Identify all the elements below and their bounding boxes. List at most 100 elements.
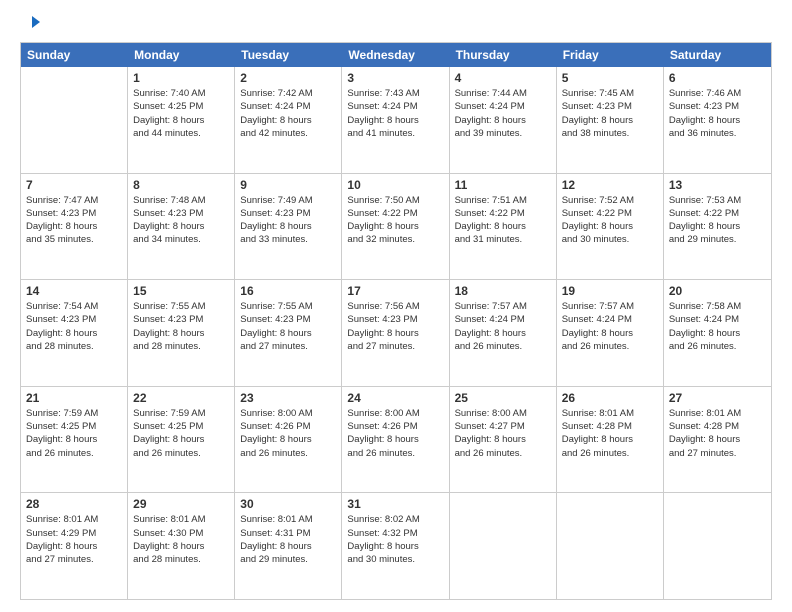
calendar-cell: 18 Sunrise: 7:57 AMSunset: 4:24 PMDayligh…	[450, 280, 557, 386]
cell-sun-info: Sunrise: 7:57 AMSunset: 4:24 PMDaylight:…	[455, 300, 551, 353]
header-day-saturday: Saturday	[664, 43, 771, 67]
calendar-cell: 11Sunrise: 7:51 AMSunset: 4:22 PMDayligh…	[450, 174, 557, 280]
cell-day-number: 24	[347, 391, 443, 405]
cell-day-number: 12	[562, 178, 658, 192]
cell-day-number: 8	[133, 178, 229, 192]
calendar: SundayMondayTuesdayWednesdayThursdayFrid…	[20, 42, 772, 600]
header-day-sunday: Sunday	[21, 43, 128, 67]
cell-day-number: 25	[455, 391, 551, 405]
cell-sun-info: Sunrise: 8:00 AMSunset: 4:26 PMDaylight:…	[347, 407, 443, 460]
calendar-body: 1Sunrise: 7:40 AMSunset: 4:25 PMDaylight…	[21, 67, 771, 599]
cell-day-number: 18	[455, 284, 551, 298]
cell-day-number: 22	[133, 391, 229, 405]
calendar-cell	[21, 67, 128, 173]
cell-day-number: 26	[562, 391, 658, 405]
calendar-cell: 16 Sunrise: 7:55 AMSunset: 4:23 PMDayligh…	[235, 280, 342, 386]
calendar-cell	[557, 493, 664, 599]
calendar-cell: 6 Sunrise: 7:46 AMSunset: 4:23 PMDaylight…	[664, 67, 771, 173]
cell-day-number: 27	[669, 391, 766, 405]
calendar-cell: 24 Sunrise: 8:00 AMSunset: 4:26 PMDayligh…	[342, 387, 449, 493]
cell-day-number: 23	[240, 391, 336, 405]
cell-day-number: 10	[347, 178, 443, 192]
cell-sun-info: Sunrise: 8:01 AMSunset: 4:28 PMDaylight:…	[562, 407, 658, 460]
logo-icon	[22, 14, 40, 32]
cell-sun-info: Sunrise: 7:52 AMSunset: 4:22 PMDaylight:…	[562, 194, 658, 247]
calendar-week-3: 14Sunrise: 7:54 AMSunset: 4:23 PMDayligh…	[21, 280, 771, 387]
cell-sun-info: Sunrise: 7:55 AMSunset: 4:23 PMDaylight:…	[133, 300, 229, 353]
cell-sun-info: Sunrise: 7:59 AMSunset: 4:25 PMDaylight:…	[26, 407, 122, 460]
cell-sun-info: Sunrise: 7:44 AMSunset: 4:24 PMDaylight:…	[455, 87, 551, 140]
page-header	[20, 16, 772, 32]
cell-day-number: 20	[669, 284, 766, 298]
cell-sun-info: Sunrise: 7:55 AMSunset: 4:23 PMDaylight:…	[240, 300, 336, 353]
calendar-header: SundayMondayTuesdayWednesdayThursdayFrid…	[21, 43, 771, 67]
cell-day-number: 17	[347, 284, 443, 298]
calendar-cell: 21 Sunrise: 7:59 AMSunset: 4:25 PMDayligh…	[21, 387, 128, 493]
cell-day-number: 5	[562, 71, 658, 85]
calendar-cell: 2 Sunrise: 7:42 AMSunset: 4:24 PMDaylight…	[235, 67, 342, 173]
cell-day-number: 2	[240, 71, 336, 85]
calendar-cell: 17 Sunrise: 7:56 AMSunset: 4:23 PMDayligh…	[342, 280, 449, 386]
calendar-cell: 30Sunrise: 8:01 AMSunset: 4:31 PMDayligh…	[235, 493, 342, 599]
calendar-cell	[664, 493, 771, 599]
cell-sun-info: Sunrise: 8:00 AMSunset: 4:27 PMDaylight:…	[455, 407, 551, 460]
calendar-week-5: 28 Sunrise: 8:01 AMSunset: 4:29 PMDayligh…	[21, 493, 771, 599]
calendar-cell: 12 Sunrise: 7:52 AMSunset: 4:22 PMDayligh…	[557, 174, 664, 280]
cell-day-number: 6	[669, 71, 766, 85]
calendar-cell: 31 Sunrise: 8:02 AMSunset: 4:32 PMDayligh…	[342, 493, 449, 599]
cell-sun-info: Sunrise: 7:58 AMSunset: 4:24 PMDaylight:…	[669, 300, 766, 353]
header-day-friday: Friday	[557, 43, 664, 67]
calendar-cell: 13Sunrise: 7:53 AMSunset: 4:22 PMDayligh…	[664, 174, 771, 280]
cell-day-number: 15	[133, 284, 229, 298]
cell-sun-info: Sunrise: 7:40 AMSunset: 4:25 PMDaylight:…	[133, 87, 229, 140]
cell-day-number: 9	[240, 178, 336, 192]
cell-day-number: 29	[133, 497, 229, 511]
cell-day-number: 11	[455, 178, 551, 192]
cell-sun-info: Sunrise: 8:00 AMSunset: 4:26 PMDaylight:…	[240, 407, 336, 460]
cell-day-number: 14	[26, 284, 122, 298]
cell-sun-info: Sunrise: 8:02 AMSunset: 4:32 PMDaylight:…	[347, 513, 443, 566]
cell-sun-info: Sunrise: 7:56 AMSunset: 4:23 PMDaylight:…	[347, 300, 443, 353]
calendar-cell: 7Sunrise: 7:47 AMSunset: 4:23 PMDaylight…	[21, 174, 128, 280]
cell-sun-info: Sunrise: 7:48 AMSunset: 4:23 PMDaylight:…	[133, 194, 229, 247]
header-day-monday: Monday	[128, 43, 235, 67]
cell-day-number: 3	[347, 71, 443, 85]
calendar-cell: 27 Sunrise: 8:01 AMSunset: 4:28 PMDayligh…	[664, 387, 771, 493]
calendar-cell: 5 Sunrise: 7:45 AMSunset: 4:23 PMDaylight…	[557, 67, 664, 173]
calendar-cell: 22Sunrise: 7:59 AMSunset: 4:25 PMDayligh…	[128, 387, 235, 493]
calendar-cell: 14Sunrise: 7:54 AMSunset: 4:23 PMDayligh…	[21, 280, 128, 386]
header-day-thursday: Thursday	[450, 43, 557, 67]
cell-sun-info: Sunrise: 7:42 AMSunset: 4:24 PMDaylight:…	[240, 87, 336, 140]
calendar-cell: 29Sunrise: 8:01 AMSunset: 4:30 PMDayligh…	[128, 493, 235, 599]
cell-sun-info: Sunrise: 7:45 AMSunset: 4:23 PMDaylight:…	[562, 87, 658, 140]
calendar-cell: 25 Sunrise: 8:00 AMSunset: 4:27 PMDayligh…	[450, 387, 557, 493]
cell-day-number: 16	[240, 284, 336, 298]
cell-sun-info: Sunrise: 7:49 AMSunset: 4:23 PMDaylight:…	[240, 194, 336, 247]
cell-sun-info: Sunrise: 8:01 AMSunset: 4:29 PMDaylight:…	[26, 513, 122, 566]
calendar-cell: 26 Sunrise: 8:01 AMSunset: 4:28 PMDayligh…	[557, 387, 664, 493]
calendar-cell: 19Sunrise: 7:57 AMSunset: 4:24 PMDayligh…	[557, 280, 664, 386]
calendar-cell	[450, 493, 557, 599]
calendar-cell: 23 Sunrise: 8:00 AMSunset: 4:26 PMDayligh…	[235, 387, 342, 493]
cell-sun-info: Sunrise: 7:46 AMSunset: 4:23 PMDaylight:…	[669, 87, 766, 140]
calendar-cell: 15 Sunrise: 7:55 AMSunset: 4:23 PMDayligh…	[128, 280, 235, 386]
calendar-cell: 3 Sunrise: 7:43 AMSunset: 4:24 PMDaylight…	[342, 67, 449, 173]
header-day-tuesday: Tuesday	[235, 43, 342, 67]
cell-sun-info: Sunrise: 7:43 AMSunset: 4:24 PMDaylight:…	[347, 87, 443, 140]
cell-day-number: 4	[455, 71, 551, 85]
calendar-cell: 8 Sunrise: 7:48 AMSunset: 4:23 PMDaylight…	[128, 174, 235, 280]
calendar-page: SundayMondayTuesdayWednesdayThursdayFrid…	[0, 0, 792, 612]
cell-day-number: 28	[26, 497, 122, 511]
calendar-cell: 20 Sunrise: 7:58 AMSunset: 4:24 PMDayligh…	[664, 280, 771, 386]
cell-sun-info: Sunrise: 8:01 AMSunset: 4:31 PMDaylight:…	[240, 513, 336, 566]
cell-day-number: 21	[26, 391, 122, 405]
logo	[20, 16, 40, 32]
cell-sun-info: Sunrise: 8:01 AMSunset: 4:28 PMDaylight:…	[669, 407, 766, 460]
calendar-week-1: 1Sunrise: 7:40 AMSunset: 4:25 PMDaylight…	[21, 67, 771, 174]
cell-sun-info: Sunrise: 7:47 AMSunset: 4:23 PMDaylight:…	[26, 194, 122, 247]
calendar-cell: 1Sunrise: 7:40 AMSunset: 4:25 PMDaylight…	[128, 67, 235, 173]
header-day-wednesday: Wednesday	[342, 43, 449, 67]
calendar-cell: 4 Sunrise: 7:44 AMSunset: 4:24 PMDaylight…	[450, 67, 557, 173]
cell-day-number: 31	[347, 497, 443, 511]
cell-day-number: 13	[669, 178, 766, 192]
